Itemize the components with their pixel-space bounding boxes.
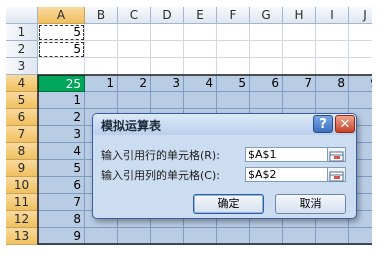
range-select-icon — [329, 151, 344, 162]
dialog-titlebar[interactable]: 模拟运算表 ? ✕ — [93, 114, 356, 135]
row-input-label: 输入引用行的单元格(R): — [101, 149, 220, 162]
row-input-field[interactable]: $A$1 — [245, 147, 338, 162]
close-button[interactable]: ✕ — [335, 115, 355, 133]
range-select-icon — [329, 171, 344, 182]
help-button[interactable]: ? — [313, 115, 333, 133]
col-range-picker-button[interactable] — [327, 167, 346, 182]
col-input-label: 输入引用列的单元格(C): — [101, 169, 220, 182]
row-range-picker-button[interactable] — [327, 147, 346, 162]
ok-button[interactable]: 确定 — [193, 194, 264, 214]
cancel-button[interactable]: 取消 — [275, 194, 346, 214]
data-table-dialog: 模拟运算表 ? ✕ 输入引用行的单元格(R): $A$1 输入引用列的单元格(C… — [92, 113, 357, 219]
dialog-title: 模拟运算表 — [101, 119, 162, 133]
col-input-field[interactable]: $A$2 — [245, 167, 338, 182]
